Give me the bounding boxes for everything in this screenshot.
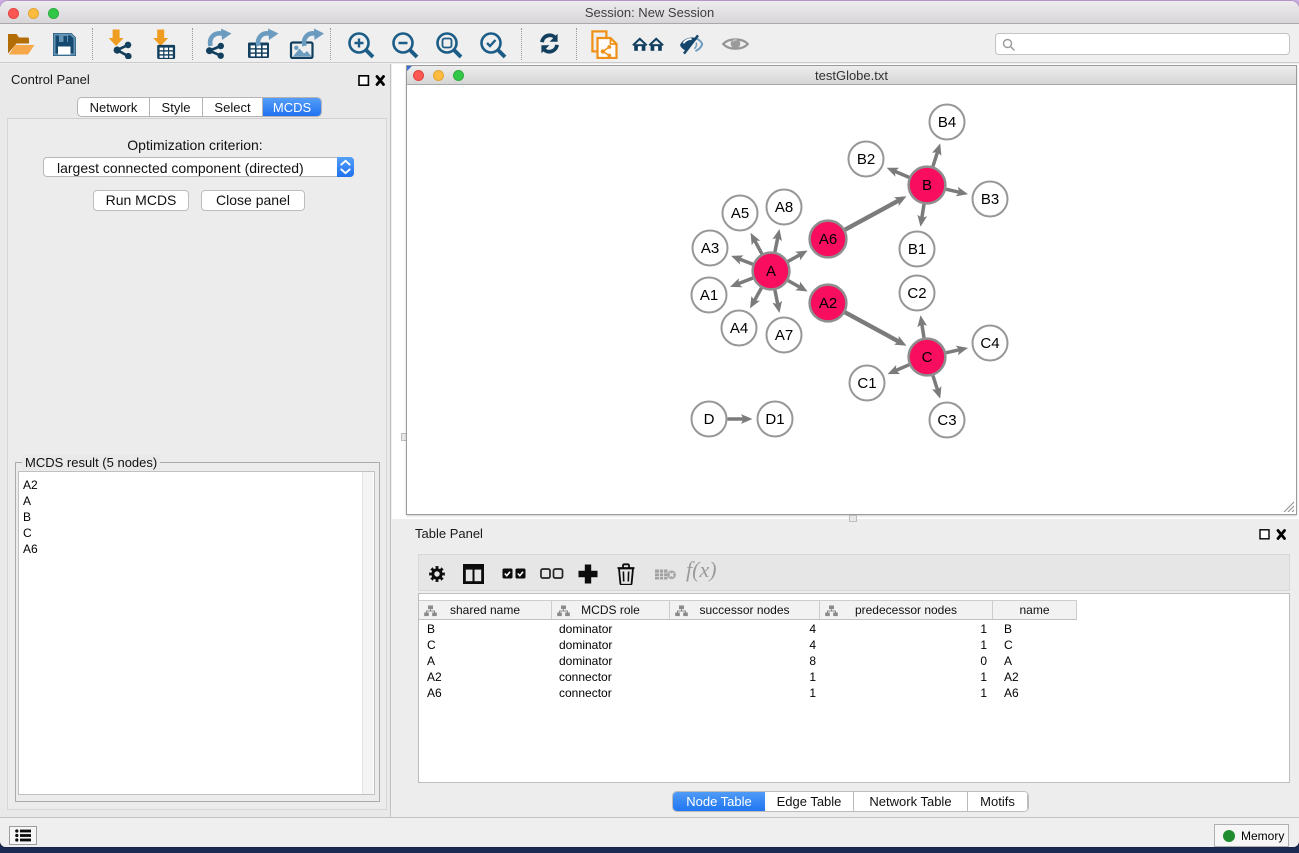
svg-text:A1: A1 (700, 287, 718, 304)
svg-text:C: C (922, 349, 933, 366)
svg-text:C2: C2 (907, 285, 926, 302)
svg-text:A6: A6 (819, 231, 837, 248)
svg-text:C1: C1 (857, 375, 876, 392)
svg-text:A4: A4 (730, 320, 748, 337)
svg-text:D1: D1 (765, 411, 784, 428)
svg-text:A8: A8 (775, 199, 793, 216)
svg-text:B1: B1 (908, 241, 926, 258)
svg-text:B4: B4 (938, 114, 956, 131)
svg-text:D: D (704, 411, 715, 428)
svg-text:B3: B3 (981, 191, 999, 208)
svg-text:B: B (922, 177, 932, 194)
svg-text:C4: C4 (980, 335, 999, 352)
svg-text:A2: A2 (819, 295, 837, 312)
svg-text:A7: A7 (775, 327, 793, 344)
svg-text:A: A (766, 263, 776, 280)
svg-text:C3: C3 (937, 412, 956, 429)
svg-text:A5: A5 (731, 205, 749, 222)
svg-text:A3: A3 (701, 240, 719, 257)
svg-text:B2: B2 (857, 151, 875, 168)
